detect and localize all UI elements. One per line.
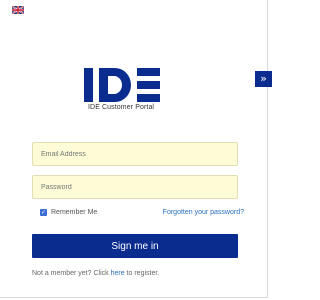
expand-sidebar-button[interactable]: »	[255, 71, 272, 87]
remember-me-label: Remember Me	[51, 209, 98, 216]
register-prompt: Not a member yet? Click here to register…	[32, 270, 159, 277]
double-chevron-right-icon: »	[260, 72, 267, 85]
portal-name: IDE Customer Portal	[88, 104, 155, 111]
register-prefix: Not a member yet? Click	[32, 270, 109, 277]
remember-me[interactable]: ✓ Remember Me	[40, 209, 97, 216]
ide-logo	[84, 68, 160, 102]
email-field[interactable]	[32, 142, 238, 166]
forgot-password-link[interactable]: Forgotten your password?	[163, 209, 244, 216]
remember-me-checkbox[interactable]: ✓	[40, 209, 47, 216]
register-link[interactable]: here	[111, 270, 125, 277]
password-field[interactable]	[32, 175, 238, 199]
sign-in-button[interactable]: Sign me in	[32, 234, 238, 258]
register-suffix: to register.	[126, 270, 160, 277]
uk-flag-icon[interactable]	[12, 6, 24, 14]
